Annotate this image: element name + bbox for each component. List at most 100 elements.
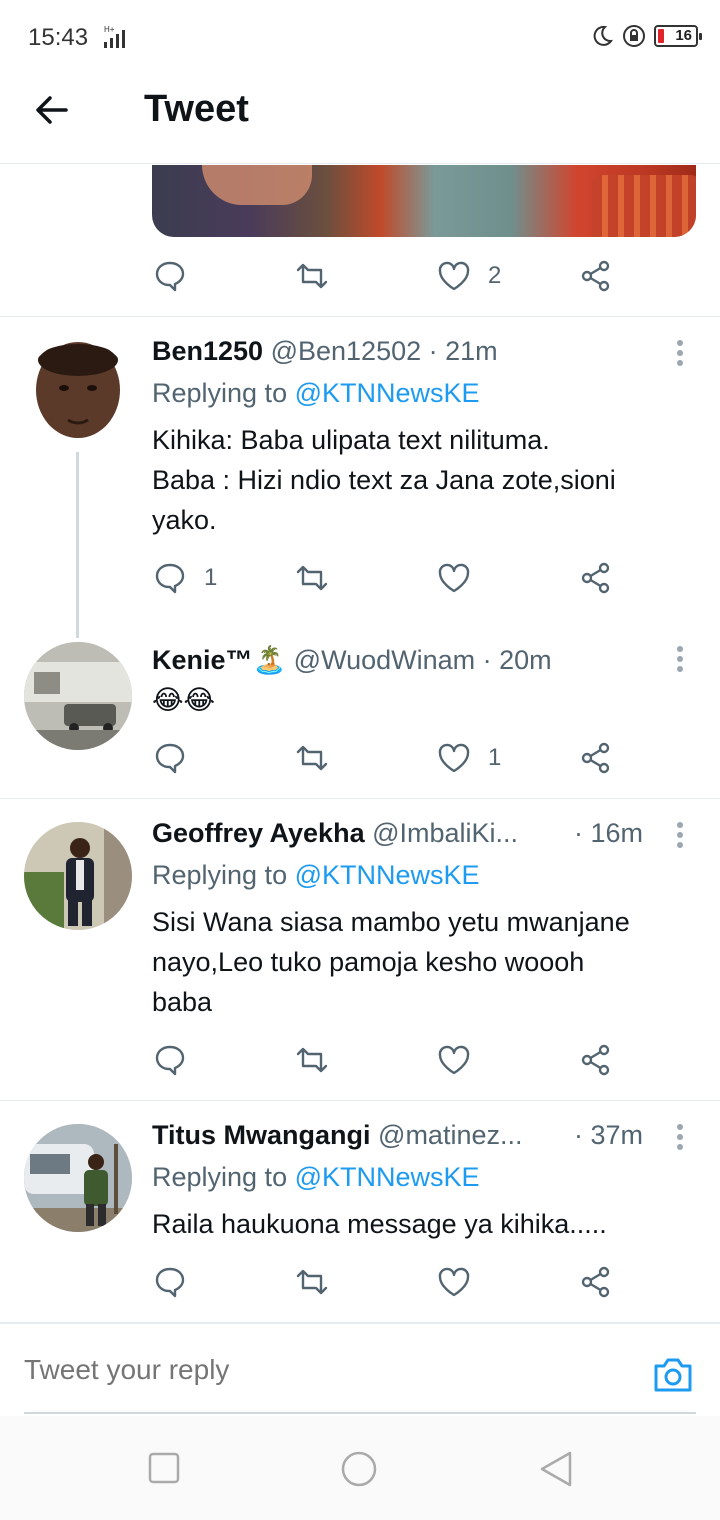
avatar[interactable] bbox=[24, 340, 132, 448]
reply-button[interactable]: 1 bbox=[152, 560, 217, 596]
share-button[interactable] bbox=[578, 258, 614, 294]
tweet-text: Sisi Wana siasa mambo yetu mwanjane nayo… bbox=[152, 902, 692, 1022]
tweet-header: Ben1250 @Ben12502 · 21m bbox=[152, 336, 650, 367]
like-icon bbox=[438, 1045, 470, 1075]
more-options-button[interactable] bbox=[670, 642, 690, 682]
like-count: 1 bbox=[488, 744, 502, 771]
like-button[interactable] bbox=[436, 1264, 472, 1300]
tweet-header: Geoffrey Ayekha @ImbaliKi... bbox=[152, 818, 560, 849]
tweet-actions: 1 bbox=[152, 738, 632, 778]
author-name[interactable]: Ben1250 bbox=[152, 336, 263, 366]
mention-link[interactable]: @KTNNewsKE bbox=[295, 1162, 480, 1192]
like-button[interactable]: 1 bbox=[436, 740, 501, 776]
back-button[interactable] bbox=[32, 90, 80, 130]
home-button[interactable] bbox=[340, 1450, 378, 1493]
recents-button[interactable] bbox=[148, 1452, 180, 1489]
reply-composer bbox=[0, 1322, 720, 1414]
reply-button[interactable] bbox=[152, 1264, 188, 1300]
like-button[interactable] bbox=[436, 1042, 472, 1078]
tweet-text-line: nayo,Leo tuko pamoja kesho woooh bbox=[152, 947, 585, 977]
avatar[interactable] bbox=[24, 1124, 132, 1232]
more-options-button[interactable] bbox=[670, 818, 690, 858]
mention-link[interactable]: @KTNNewsKE bbox=[295, 860, 480, 890]
back-nav-icon bbox=[540, 1451, 572, 1487]
retweet-icon bbox=[296, 1269, 328, 1295]
mention-link[interactable]: @KTNNewsKE bbox=[295, 378, 480, 408]
share-button[interactable] bbox=[578, 740, 614, 776]
tweet-media-image[interactable] bbox=[152, 165, 696, 237]
camera-button[interactable] bbox=[652, 1354, 694, 1394]
signal-icon: H+ bbox=[96, 24, 130, 55]
home-icon bbox=[341, 1451, 377, 1487]
more-options-button[interactable] bbox=[670, 1120, 690, 1160]
status-time: 15:43 bbox=[28, 24, 89, 51]
back-arrow-icon bbox=[36, 96, 68, 124]
retweet-button[interactable] bbox=[294, 740, 330, 776]
share-icon bbox=[581, 742, 610, 774]
retweet-icon bbox=[296, 745, 328, 771]
composer-underline bbox=[24, 1412, 696, 1414]
status-indicators: 16 bbox=[590, 24, 702, 48]
tweet-actions: 1 bbox=[152, 558, 632, 598]
like-icon bbox=[438, 563, 470, 593]
retweet-button[interactable] bbox=[294, 1042, 330, 1078]
reply-input[interactable] bbox=[24, 1354, 584, 1386]
author-name[interactable]: Titus Mwangangi bbox=[152, 1120, 371, 1150]
main-tweet-actions: 2 bbox=[152, 256, 632, 296]
share-button[interactable] bbox=[578, 1042, 614, 1078]
tweet-text: Kihika: Baba ulipata text nilituma. Baba… bbox=[152, 420, 692, 540]
share-icon bbox=[581, 1044, 610, 1076]
tweet-text-line: baba bbox=[152, 987, 213, 1017]
tweet-text-line: Sisi Wana siasa mambo yetu mwanjane bbox=[152, 907, 630, 937]
reply-button[interactable] bbox=[152, 1042, 188, 1078]
share-button[interactable] bbox=[578, 560, 614, 596]
share-icon bbox=[581, 562, 610, 594]
page-title: Tweet bbox=[144, 88, 249, 130]
replying-label: Replying to bbox=[152, 1162, 288, 1192]
tweet-header: Titus Mwangangi @matinez... bbox=[152, 1120, 560, 1151]
reply-icon bbox=[155, 1267, 185, 1298]
tweet-text-line: Kihika: Baba ulipata text nilituma. bbox=[152, 425, 550, 455]
like-icon bbox=[438, 261, 470, 291]
like-button[interactable] bbox=[436, 560, 472, 596]
back-nav-button[interactable] bbox=[538, 1450, 574, 1493]
divider bbox=[0, 1100, 720, 1101]
status-bar: 15:43 H+ 16 bbox=[0, 0, 720, 72]
tweet-text: Raila haukuona message ya kihika..... bbox=[152, 1204, 692, 1244]
tweet-text-line: Raila haukuona message ya kihika..... bbox=[152, 1209, 607, 1239]
battery-icon: 16 bbox=[654, 25, 702, 47]
share-icon bbox=[581, 1266, 610, 1298]
replying-label: Replying to bbox=[152, 378, 288, 408]
retweet-button[interactable] bbox=[294, 258, 330, 294]
reply-button[interactable] bbox=[152, 740, 188, 776]
tweet-text-line: Baba : Hizi ndio text za Jana zote,sioni bbox=[152, 465, 616, 495]
tweet-text-line: yako. bbox=[152, 505, 217, 535]
author-handle: @ImbaliKi... bbox=[372, 818, 519, 848]
divider bbox=[0, 798, 720, 799]
reply-button[interactable] bbox=[152, 258, 188, 294]
moon-icon bbox=[593, 25, 614, 46]
thread-connector bbox=[76, 452, 79, 638]
author-name[interactable]: Kenie™🏝️ bbox=[152, 645, 286, 675]
retweet-icon bbox=[296, 263, 328, 289]
more-vertical-icon bbox=[670, 1124, 690, 1150]
reply-icon bbox=[155, 1045, 185, 1076]
tweet-actions bbox=[152, 1040, 632, 1080]
retweet-button[interactable] bbox=[294, 1264, 330, 1300]
camera-icon bbox=[654, 1358, 692, 1392]
battery-level: 16 bbox=[675, 27, 692, 44]
like-icon bbox=[438, 1267, 470, 1297]
avatar[interactable] bbox=[24, 822, 132, 930]
more-options-button[interactable] bbox=[670, 336, 690, 376]
like-button[interactable]: 2 bbox=[436, 258, 501, 294]
tweet-time: · 16m bbox=[574, 818, 644, 848]
retweet-button[interactable] bbox=[294, 560, 330, 596]
avatar[interactable] bbox=[24, 642, 132, 750]
share-button[interactable] bbox=[578, 1264, 614, 1300]
divider bbox=[0, 316, 720, 317]
system-nav-bar bbox=[0, 1416, 720, 1520]
tweet-header: Kenie™🏝️ @WuodWinam · 20m bbox=[152, 644, 650, 676]
app-header: Tweet bbox=[0, 72, 720, 164]
author-name[interactable]: Geoffrey Ayekha bbox=[152, 818, 365, 848]
like-icon bbox=[438, 743, 470, 773]
